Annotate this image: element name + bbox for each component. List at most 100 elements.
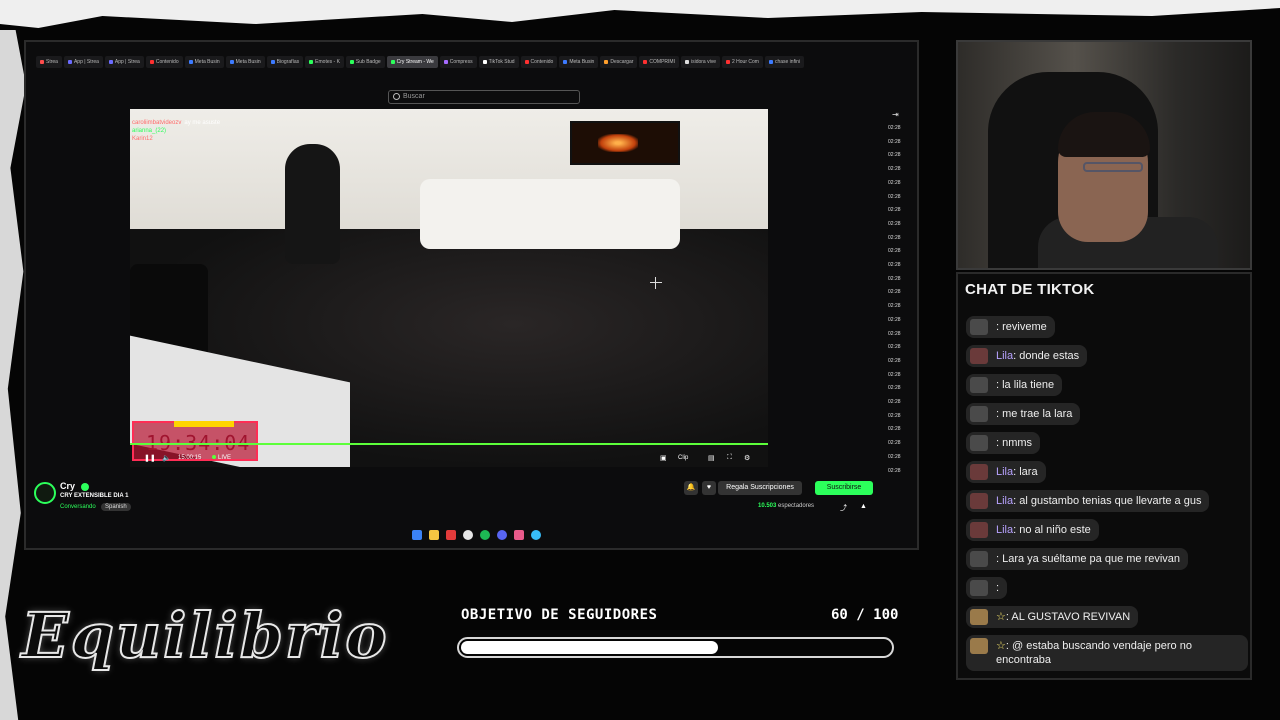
browser-tab[interactable]: chase infini xyxy=(764,56,804,68)
live-badge: LIVE xyxy=(212,455,231,461)
uptime: 15:00:15 xyxy=(178,455,202,461)
channel-logo: Equilibrio xyxy=(20,590,387,680)
side-chat-time: 02:28 xyxy=(888,248,901,255)
tab-favicon-icon xyxy=(188,60,193,64)
goal-progress-bar xyxy=(457,637,894,658)
side-chat-time: 02:28 xyxy=(888,453,901,460)
browser-tab[interactable]: Sub Badge xyxy=(345,56,385,68)
chat-username: Lila xyxy=(996,466,1014,478)
chat-avatar xyxy=(970,435,988,451)
report-icon[interactable]: ▲ xyxy=(860,503,867,510)
viewer-label: espectadores xyxy=(778,503,815,509)
chat-text: : la lila tiene xyxy=(996,379,1055,391)
browser-tab[interactable]: App | Strea xyxy=(104,56,144,68)
collapse-chat-icon[interactable]: ⇥ xyxy=(892,108,899,122)
gift-subs-button[interactable]: Regala Suscripciones xyxy=(718,481,802,495)
side-chat-time: 02:28 xyxy=(888,412,901,419)
browser-tab[interactable]: Compress xyxy=(439,56,477,68)
browser-tab[interactable]: isidora vive xyxy=(680,56,720,68)
video-progress-bar[interactable] xyxy=(130,443,768,445)
chat-avatar xyxy=(970,464,988,480)
side-chat-time: 02:28 xyxy=(888,179,901,186)
tab-label: chase infini xyxy=(774,59,800,65)
overlay-chat-line: arianna_(22) xyxy=(132,127,220,135)
side-chat-time: 02:28 xyxy=(888,399,901,406)
obs-icon[interactable] xyxy=(513,530,524,540)
heart-icon[interactable]: ♥ xyxy=(702,481,716,495)
search-input[interactable]: Buscar xyxy=(388,90,580,104)
pause-icon[interactable]: ❚❚ xyxy=(144,454,156,462)
folder-icon[interactable] xyxy=(428,530,439,540)
browser-tab[interactable]: Cry Stream - We xyxy=(386,56,438,68)
pip-icon[interactable]: ▤ xyxy=(708,454,715,462)
tab-label: Biografías xyxy=(276,59,300,65)
tab-favicon-icon xyxy=(67,60,72,64)
tiktok-chat-message: : nmms xyxy=(966,432,1041,454)
browser-tab[interactable]: Meta Busin xyxy=(559,56,599,68)
overlay-chat-line: Karin12 xyxy=(132,135,220,143)
language-tag[interactable]: Spanish xyxy=(101,503,131,511)
tab-label: isidora vive xyxy=(690,59,716,65)
video-player[interactable]: caroliimbatvideozv ay me asuste arianna_(2… xyxy=(130,109,768,467)
tiktok-chat-message: : la lila tiene xyxy=(966,374,1063,396)
browser-tab[interactable]: Meta Busin xyxy=(225,56,265,68)
browser-tab[interactable]: Descargar xyxy=(600,56,638,68)
tiktok-chat-list: : reviveme Lila: donde estas: la lila tie… xyxy=(966,316,1248,678)
side-chat-time: 02:28 xyxy=(888,138,901,145)
crosshair-cursor-icon xyxy=(650,277,662,289)
tab-favicon-icon xyxy=(108,60,113,64)
volume-icon[interactable]: 🔈 xyxy=(162,454,171,462)
chrome-icon[interactable] xyxy=(462,530,473,540)
browser-tab[interactable]: Contenido xyxy=(520,56,558,68)
chat-username: ☆ xyxy=(996,611,1006,623)
channel-name[interactable]: Cry xyxy=(60,481,75,491)
side-chat-time: 02:28 xyxy=(888,234,901,241)
overlay-chat-name: arianna_(22) xyxy=(132,128,167,134)
browser-tab[interactable]: COMPRIMI xyxy=(639,56,679,68)
chat-avatar xyxy=(970,580,988,596)
side-chat-time: 02:28 xyxy=(888,440,901,447)
webcam-feed xyxy=(956,40,1252,270)
theater-icon[interactable]: ▣ xyxy=(660,454,667,462)
channel-info: Cry CRY EXTENSIBLE DIA 1 Conversando Spa… xyxy=(34,476,914,516)
viewer-count: 10.503 espectadores xyxy=(758,503,814,509)
browser-tab[interactable]: TikTok Stud xyxy=(478,56,519,68)
stream-category[interactable]: Conversando xyxy=(60,504,96,510)
side-chat-time: 02:28 xyxy=(888,357,901,364)
tab-favicon-icon xyxy=(768,60,773,64)
tab-favicon-icon xyxy=(482,60,487,64)
app-icon-red[interactable] xyxy=(445,530,456,540)
tiktok-chat-panel: CHAT DE TIKTOK : reviveme Lila: donde est… xyxy=(956,272,1252,680)
tab-label: Contenido xyxy=(530,59,554,65)
chat-avatar xyxy=(970,377,988,393)
subscribe-button[interactable]: Suscribirse xyxy=(815,481,873,495)
spotify-icon[interactable] xyxy=(479,530,490,540)
browser-tab[interactable]: Meta Busin xyxy=(184,56,224,68)
tiktok-chat-message: : Lara ya suéltame pa que me revivan xyxy=(966,548,1189,570)
clip-button[interactable]: Clip xyxy=(678,455,688,461)
tab-favicon-icon xyxy=(443,60,448,64)
chat-text: : lara xyxy=(1013,466,1038,478)
tab-favicon-icon xyxy=(684,60,689,64)
side-chat-time: 02:28 xyxy=(888,220,901,227)
side-chat-time: 02:28 xyxy=(888,193,901,200)
fullscreen-icon[interactable]: ⛶ xyxy=(727,454,732,462)
windows-start-icon[interactable] xyxy=(411,530,422,540)
browser-tab[interactable]: Strea xyxy=(36,56,62,68)
tab-label: TikTok Stud xyxy=(488,59,515,65)
settings-icon[interactable]: ⚙ xyxy=(744,454,750,462)
avatar[interactable] xyxy=(34,482,56,504)
browser-tab[interactable]: App | Strea xyxy=(63,56,103,68)
bell-icon[interactable]: 🔔 xyxy=(684,481,698,495)
discord-icon[interactable] xyxy=(496,530,507,540)
browser-tab[interactable]: 2 Hour Com xyxy=(722,56,763,68)
tiktok-chat-message: ☆: AL GUSTAVO REVIVAN xyxy=(966,606,1139,628)
tab-favicon-icon xyxy=(726,60,730,64)
browser-tab[interactable]: Biografías xyxy=(266,56,304,68)
edge-icon[interactable] xyxy=(530,530,541,540)
browser-tab[interactable]: Contenido xyxy=(145,56,183,68)
browser-tab[interactable]: Emotes - K xyxy=(305,56,344,68)
overlay-chat-text: ay me asuste xyxy=(184,120,221,126)
chat-username: Lila xyxy=(996,524,1014,536)
share-icon[interactable]: ⤴ xyxy=(840,503,847,513)
